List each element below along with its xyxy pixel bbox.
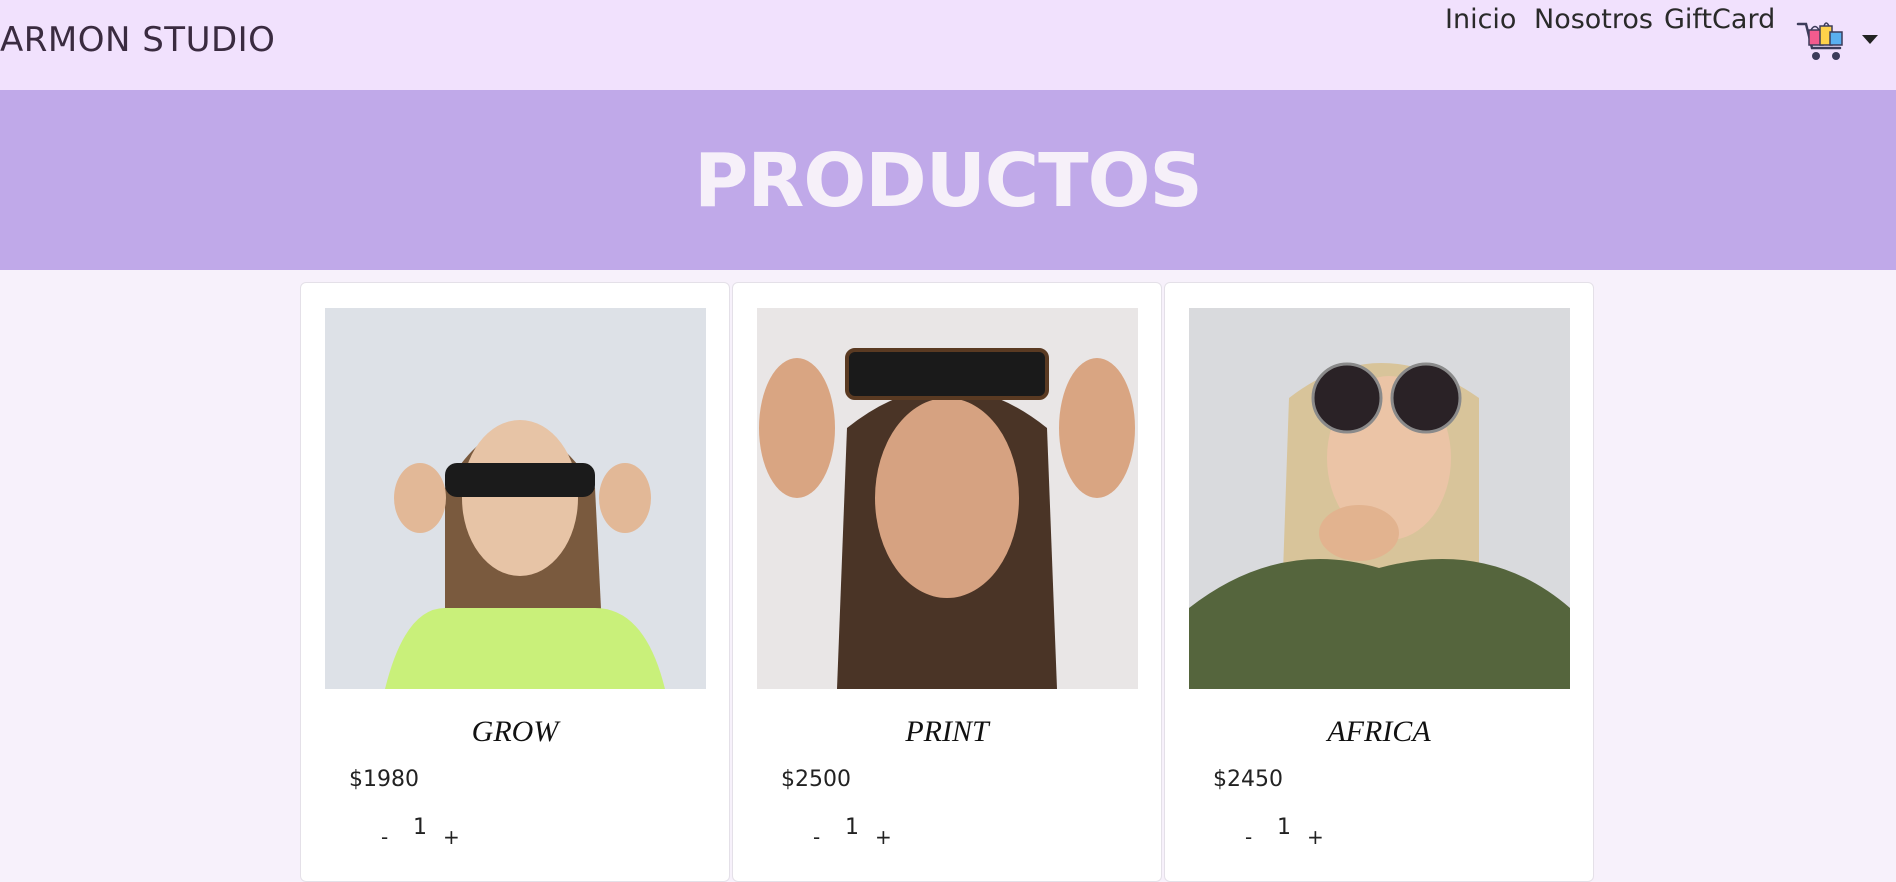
increase-quantity-button[interactable]: + [443, 825, 460, 849]
product-name: AFRICA [1327, 715, 1431, 748]
product-price: $2450 [1213, 767, 1283, 792]
nav-link-inicio[interactable]: Inicio [1445, 4, 1516, 35]
cart-icon[interactable] [1796, 18, 1850, 66]
decrease-quantity-button[interactable]: - [813, 825, 820, 849]
quantity-value: 1 [1277, 815, 1291, 840]
product-card: GROW $1980 - 1 + [300, 282, 730, 882]
brand-logo[interactable]: ARMON STUDIO [0, 20, 275, 60]
product-price: $2500 [781, 767, 851, 792]
quantity-value: 1 [413, 815, 427, 840]
nav-link-giftcard[interactable]: GiftCard [1664, 4, 1775, 35]
increase-quantity-button[interactable]: + [1307, 825, 1324, 849]
cart-dropdown-caret-icon[interactable] [1862, 35, 1878, 44]
product-card: PRINT $2500 - 1 + [732, 282, 1162, 882]
increase-quantity-button[interactable]: + [875, 825, 892, 849]
product-image[interactable] [757, 308, 1138, 689]
page-title: PRODUCTOS [694, 138, 1203, 224]
decrease-quantity-button[interactable]: - [381, 825, 388, 849]
decrease-quantity-button[interactable]: - [1245, 825, 1252, 849]
nav-link-nosotros[interactable]: Nosotros [1534, 4, 1653, 35]
product-image[interactable] [1189, 308, 1570, 689]
product-price: $1980 [349, 767, 419, 792]
product-name: PRINT [905, 715, 989, 748]
hero-banner: PRODUCTOS [0, 90, 1896, 270]
product-card: AFRICA $2450 - 1 + [1164, 282, 1594, 882]
quantity-value: 1 [845, 815, 859, 840]
navbar: ARMON STUDIO Inicio Nosotros GiftCard [0, 0, 1896, 90]
product-name: GROW [471, 715, 559, 748]
product-image[interactable] [325, 308, 706, 689]
